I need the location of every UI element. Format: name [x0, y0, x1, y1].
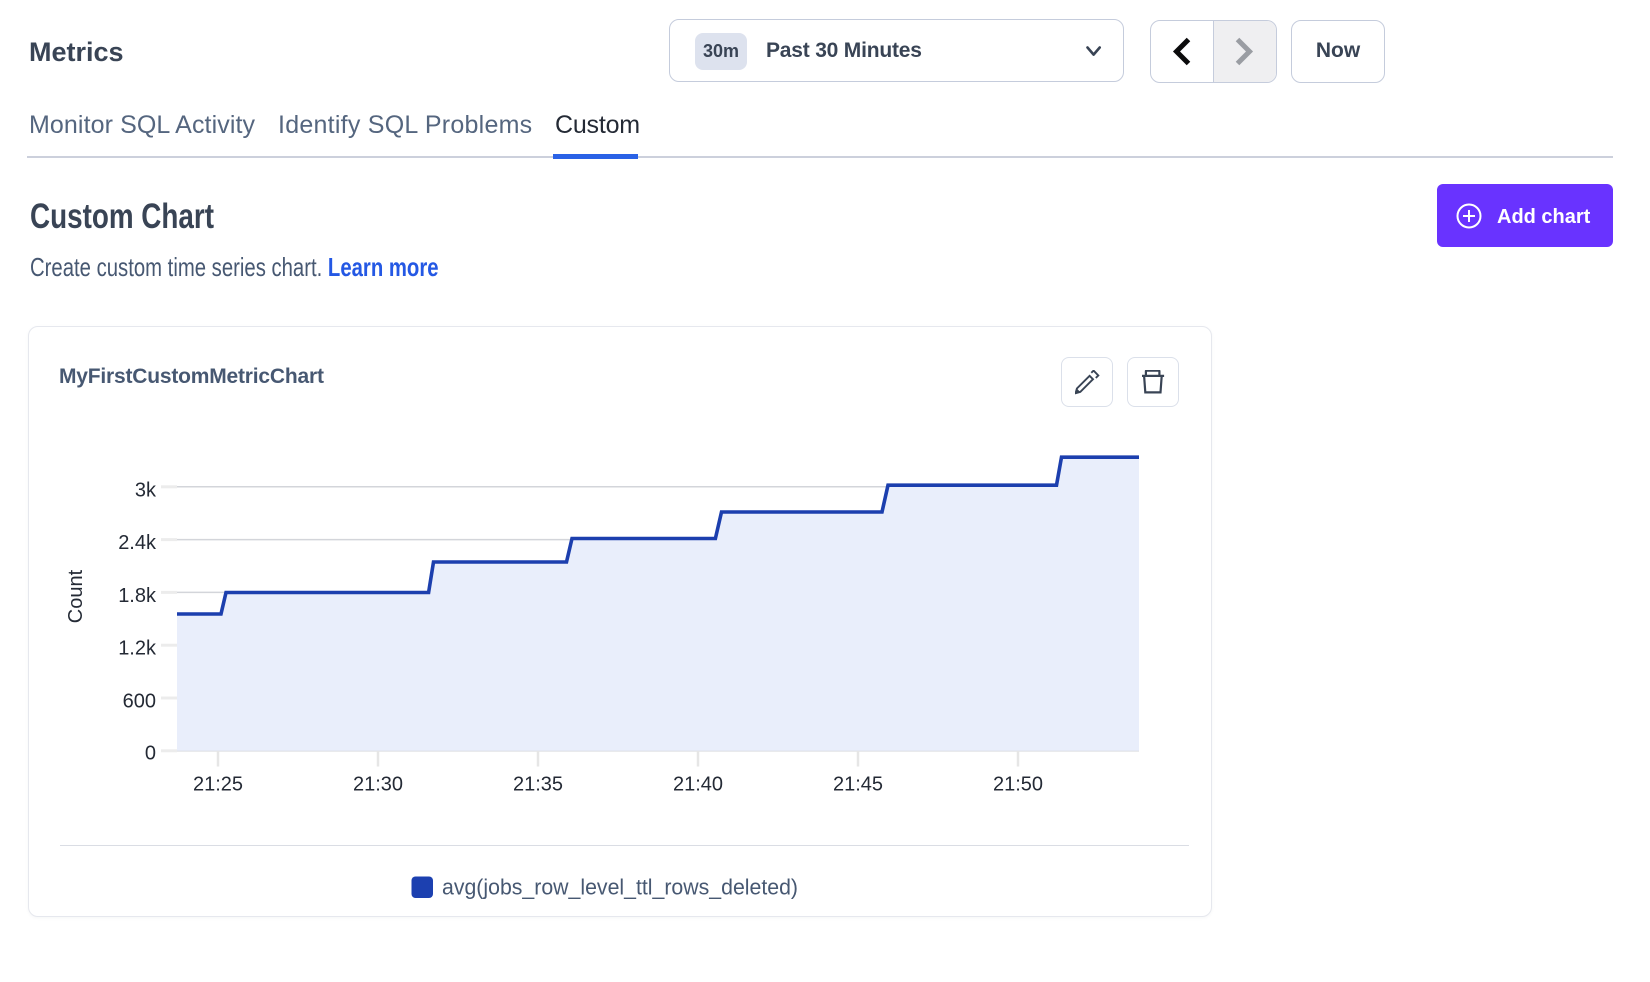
svg-text:600: 600	[123, 691, 156, 713]
svg-text:21:30: 21:30	[353, 774, 403, 796]
svg-text:0: 0	[145, 743, 156, 765]
svg-text:21:45: 21:45	[833, 774, 883, 796]
svg-text:21:25: 21:25	[193, 774, 243, 796]
svg-text:21:50: 21:50	[993, 774, 1043, 796]
svg-text:1.2k: 1.2k	[118, 638, 157, 660]
svg-text:2.4k: 2.4k	[118, 532, 157, 554]
svg-text:3k: 3k	[135, 479, 157, 501]
svg-text:21:35: 21:35	[513, 774, 563, 796]
svg-text:21:40: 21:40	[673, 774, 723, 796]
svg-text:1.8k: 1.8k	[118, 585, 157, 607]
svg-text:Count: Count	[65, 569, 87, 623]
svg-text:avg(jobs_row_level_ttl_rows_de: avg(jobs_row_level_ttl_rows_deleted)	[442, 875, 798, 900]
